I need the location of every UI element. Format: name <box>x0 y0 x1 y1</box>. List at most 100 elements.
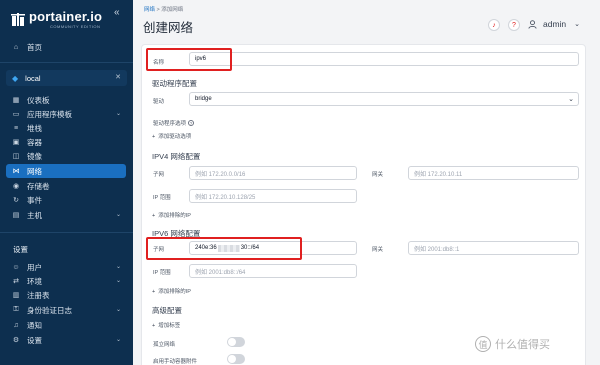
sidebar-item-users[interactable]: ☺ 用户 ⌄ <box>0 260 133 274</box>
breadcrumb: 网络 > 添加网络 <box>144 5 183 13</box>
sidebar-item-label: 网络 <box>27 166 42 176</box>
brand-name: portainer.io <box>29 9 103 24</box>
ipv6-range-placeholder: 例如 2001:db8::/64 <box>195 269 246 276</box>
chevron-down-icon: ⌄ <box>115 307 121 313</box>
app: portainer.io COMMUNITY EDITION « ⌂ 首页 ◆ … <box>0 0 600 365</box>
sidebar-item-label: 主机 <box>27 210 42 220</box>
settings-heading: 设置 <box>13 245 28 254</box>
volumes-icon: ◉ <box>12 183 20 190</box>
environment-header[interactable]: ◆ local ✕ <box>6 70 127 86</box>
environment-name: local <box>25 73 41 83</box>
ipv4-subnet-label: 子网 <box>153 172 165 178</box>
driver-options-label: 驱动程序选项? <box>153 119 195 127</box>
sidebar-item-label: 通知 <box>27 320 42 330</box>
images-icon: ◫ <box>12 153 20 160</box>
ipv4-range-input[interactable]: 例如 172.20.10.128/25 <box>189 189 357 203</box>
ipv4-subnet-input[interactable]: 例如 172.20.0.0/16 <box>189 166 357 180</box>
sidebar-item-label: 身份验证日志 <box>27 305 72 315</box>
create-network-form: 名称 ipv6 驱动程序配置 驱动 bridge ⌄ 驱动程序选项? + 添加驱动… <box>141 44 586 365</box>
chevron-down-icon: ⌄ <box>115 212 121 218</box>
user-icon <box>528 19 537 29</box>
auth-logs-icon: ⚿ <box>13 306 19 313</box>
driver-select[interactable]: bridge ⌄ <box>189 92 579 106</box>
brand-edition: COMMUNITY EDITION <box>50 24 101 29</box>
sidebar-item-home[interactable]: ⌂ 首页 <box>0 40 133 54</box>
ipv6-add-excluded-ip-button[interactable]: + 添加排除的IP <box>152 287 191 295</box>
advanced-config-heading: 高级配置 <box>152 306 182 315</box>
breadcrumb-current: 添加网络 <box>161 7 184 13</box>
breadcrumb-separator: > <box>156 7 160 13</box>
sidebar-item-events[interactable]: ↻ 事件 <box>0 193 133 207</box>
ipv4-range-label: IP 范围 <box>153 195 171 201</box>
ipv4-gateway-label: 网关 <box>372 172 384 178</box>
sidebar-item-stacks[interactable]: ≡ 堆栈 <box>0 121 133 135</box>
isolated-network-toggle[interactable] <box>227 337 245 347</box>
ipv4-add-excluded-label: 添加排除的IP <box>158 213 191 219</box>
ipv4-add-excluded-ip-button[interactable]: + 添加排除的IP <box>152 211 191 219</box>
manual-attach-label: 启用手动容器附件 <box>153 359 198 365</box>
sidebar-item-registries[interactable]: ▥ 注册表 <box>0 288 133 302</box>
ipv6-range-label: IP 范围 <box>153 270 171 276</box>
home-icon: ⌂ <box>13 43 19 51</box>
isolated-network-label: 孤立网络 <box>153 342 176 348</box>
watermark-logo-icon: 值 <box>475 336 491 352</box>
driver-label: 驱动 <box>153 99 165 105</box>
sidebar-item-label: 用户 <box>27 262 42 272</box>
add-driver-option-button[interactable]: + 添加驱动选项 <box>152 132 191 140</box>
name-input[interactable]: ipv6 <box>189 52 579 66</box>
driver-value: bridge <box>195 96 212 102</box>
page-title: 创建网络 <box>143 21 194 35</box>
highlight-box <box>146 237 302 260</box>
sidebar-item-images[interactable]: ◫ 镜像 <box>0 149 133 163</box>
chevron-down-icon: ⌄ <box>568 96 574 103</box>
sidebar-item-label: 设置 <box>27 335 42 345</box>
collapse-sidebar-icon[interactable]: « <box>114 7 120 18</box>
ipv6-range-input[interactable]: 例如 2001:db8::/64 <box>189 264 357 278</box>
help-circle-icon[interactable]: ? <box>188 120 195 126</box>
plus-icon: + <box>152 134 156 140</box>
portainer-logo[interactable]: portainer.io COMMUNITY EDITION <box>10 8 120 30</box>
watermark: 值 什么值得买 <box>475 336 550 352</box>
sidebar-item-label: 仪表板 <box>27 95 50 105</box>
sidebar: portainer.io COMMUNITY EDITION « ⌂ 首页 ◆ … <box>0 0 133 365</box>
sidebar-item-notifications[interactable]: ♫ 通知 <box>0 318 133 332</box>
close-environment-icon[interactable]: ✕ <box>115 73 121 81</box>
registries-icon: ▥ <box>12 292 20 299</box>
sidebar-item-label: 容器 <box>27 137 42 147</box>
sidebar-item-label: 存储卷 <box>27 181 50 191</box>
sidebar-item-settings[interactable]: ⚙ 设置 ⌄ <box>0 333 133 347</box>
breadcrumb-networks-link[interactable]: 网络 <box>144 7 155 13</box>
notification-bell-icon[interactable]: ♪ <box>488 19 500 31</box>
users-icon: ☺ <box>12 263 20 271</box>
sidebar-item-host[interactable]: ▤ 主机 ⌄ <box>0 208 133 222</box>
notifications-icon: ♫ <box>13 321 19 329</box>
driver-options-text: 驱动程序选项 <box>153 121 187 127</box>
sidebar-item-dashboard[interactable]: ▦ 仪表板 <box>0 93 133 107</box>
sidebar-item-containers[interactable]: ▣ 容器 <box>0 135 133 149</box>
sidebar-item-label: 注册表 <box>27 290 50 300</box>
chevron-down-icon: ⌄ <box>115 264 121 270</box>
portainer-logo-icon <box>11 13 25 26</box>
ipv4-gateway-input[interactable]: 例如 172.20.10.11 <box>408 166 579 180</box>
host-icon: ▤ <box>12 212 20 219</box>
plus-icon: + <box>152 213 156 219</box>
user-menu[interactable]: admin ⌄ <box>528 19 580 29</box>
ipv4-subnet-placeholder: 例如 172.20.0.0/16 <box>195 171 246 178</box>
highlight-box <box>146 48 232 71</box>
templates-icon: ▭ <box>12 111 20 118</box>
ipv6-gateway-input[interactable]: 例如 2001:db8::1 <box>408 241 579 255</box>
sidebar-item-templates[interactable]: ▭ 应用程序模板 ⌄ <box>0 107 133 121</box>
sidebar-item-environments[interactable]: ⇄ 环境 ⌄ <box>0 274 133 288</box>
ipv4-range-placeholder: 例如 172.20.10.128/25 <box>195 194 256 201</box>
plus-icon: + <box>152 323 156 329</box>
username: admin <box>543 19 567 29</box>
add-label-button[interactable]: + 增加标签 <box>152 321 180 329</box>
sidebar-item-volumes[interactable]: ◉ 存储卷 <box>0 179 133 193</box>
help-icon[interactable]: ? <box>508 19 520 31</box>
sidebar-item-networks[interactable]: ⋈ 网络 <box>6 164 126 178</box>
sidebar-item-auth-logs[interactable]: ⚿ 身份验证日志 ⌄ <box>0 303 133 317</box>
driver-config-heading: 驱动程序配置 <box>152 79 197 88</box>
sidebar-divider <box>0 62 133 63</box>
manual-attach-toggle[interactable] <box>227 354 245 364</box>
sidebar-item-label: 环境 <box>27 276 42 286</box>
